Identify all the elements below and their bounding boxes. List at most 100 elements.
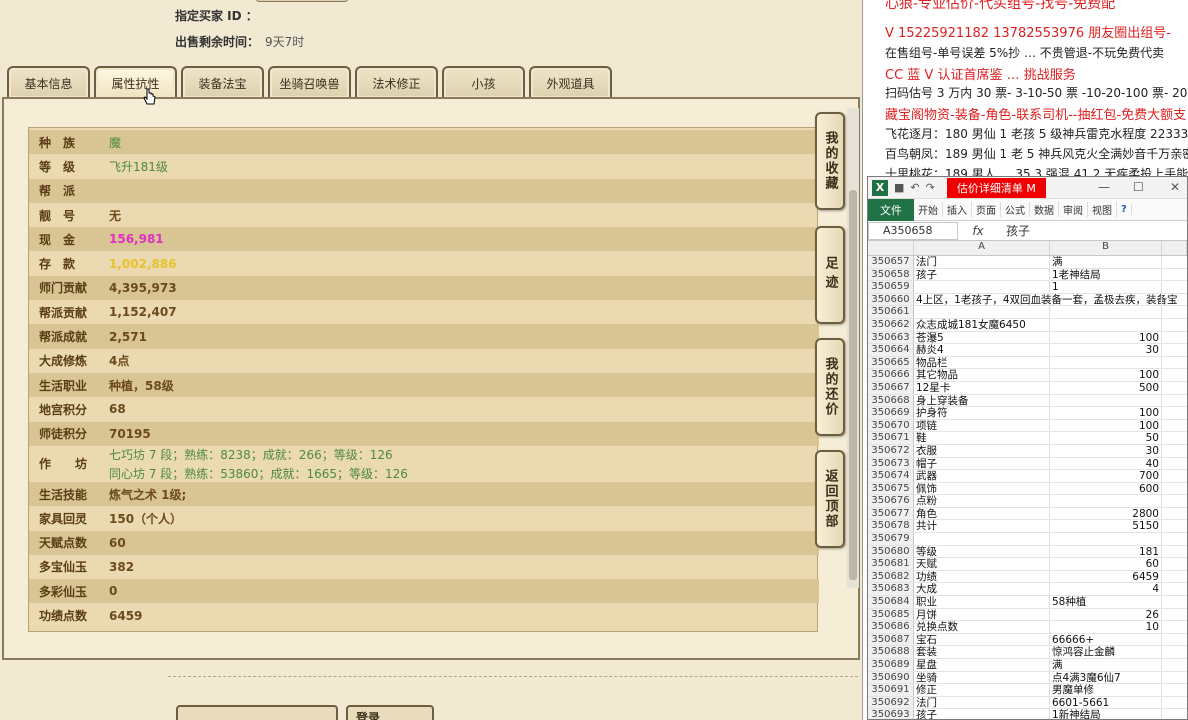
row-number[interactable]: 350666 bbox=[868, 369, 914, 381]
cell-c[interactable] bbox=[1162, 269, 1187, 281]
cell-c[interactable] bbox=[1162, 634, 1187, 646]
row-number[interactable]: 350683 bbox=[868, 583, 914, 596]
row-number[interactable]: 350676 bbox=[868, 495, 914, 507]
cell-c[interactable] bbox=[1162, 583, 1187, 595]
cell-b[interactable]: 6601-5661 bbox=[1050, 696, 1162, 709]
cell-a[interactable]: 职业 bbox=[914, 596, 1050, 608]
name-box[interactable]: A350658 bbox=[868, 221, 958, 240]
cell-b[interactable]: 5150 bbox=[1050, 520, 1162, 532]
cell-b[interactable] bbox=[1050, 356, 1162, 369]
row-number[interactable]: 350665 bbox=[868, 356, 914, 369]
row-number[interactable]: 350659 bbox=[868, 281, 914, 293]
row-number[interactable]: 350675 bbox=[868, 482, 914, 495]
row-number[interactable]: 350663 bbox=[868, 331, 914, 344]
cell-a[interactable]: 天赋 bbox=[914, 558, 1050, 570]
row-number[interactable]: 350674 bbox=[868, 470, 914, 482]
cell-c[interactable] bbox=[1162, 558, 1187, 570]
cell-c[interactable] bbox=[1162, 256, 1187, 268]
cell-a[interactable]: 众志成城181女魔6450 bbox=[914, 318, 1050, 331]
maximize-icon[interactable]: ☐ bbox=[1133, 180, 1144, 194]
cell-a[interactable]: 苍瀑5 bbox=[914, 331, 1050, 343]
row-number[interactable]: 350691 bbox=[868, 684, 914, 696]
row-number[interactable]: 350679 bbox=[868, 533, 914, 545]
cell-c[interactable] bbox=[1162, 369, 1187, 381]
row-number[interactable]: 350673 bbox=[868, 457, 914, 470]
help-icon[interactable]: ? bbox=[1117, 204, 1132, 215]
cell-c[interactable] bbox=[1162, 382, 1187, 394]
ribbon-tab-view[interactable]: 视图 bbox=[1088, 202, 1117, 217]
cell-c[interactable] bbox=[1162, 294, 1187, 306]
row-number[interactable]: 350661 bbox=[868, 306, 914, 318]
cell-c[interactable] bbox=[1162, 407, 1187, 419]
cell-a[interactable]: 角色 bbox=[914, 507, 1050, 520]
cell-c[interactable] bbox=[1162, 458, 1187, 470]
cell-a[interactable]: 项链 bbox=[914, 419, 1050, 432]
row-number[interactable]: 350660 bbox=[868, 293, 914, 306]
cell-a[interactable]: 法门 bbox=[914, 256, 1050, 268]
row-number[interactable]: 350681 bbox=[868, 558, 914, 570]
my-favorites-button[interactable]: 我的收藏 bbox=[815, 112, 845, 210]
cell-a[interactable]: 12星卡 bbox=[914, 381, 1050, 394]
cell-c[interactable] bbox=[1162, 596, 1187, 608]
cell-a[interactable]: 武器 bbox=[914, 470, 1050, 482]
cell-c[interactable] bbox=[1162, 697, 1187, 709]
row-number[interactable]: 350664 bbox=[868, 344, 914, 356]
tab-children[interactable]: 小孩 bbox=[442, 66, 525, 98]
cell-b[interactable]: 30 bbox=[1050, 344, 1162, 356]
cell-a[interactable]: 坐骑 bbox=[914, 671, 1050, 683]
cell-b[interactable]: 500 bbox=[1050, 381, 1162, 394]
tab-appearance[interactable]: 外观道具 bbox=[529, 66, 612, 98]
cell-a[interactable]: 衣服 bbox=[914, 444, 1050, 457]
cell-c[interactable] bbox=[1162, 684, 1187, 696]
cell-a[interactable]: 法门 bbox=[914, 696, 1050, 709]
cell-a[interactable]: 星盘 bbox=[914, 659, 1050, 671]
row-number[interactable]: 350686 bbox=[868, 621, 914, 633]
excel-file-tab[interactable]: 文件 bbox=[868, 198, 914, 221]
cell-b[interactable]: 1老神结局 bbox=[1050, 268, 1162, 280]
cell-a[interactable] bbox=[914, 281, 1050, 293]
cell-a[interactable]: 宝石 bbox=[914, 633, 1050, 646]
ribbon-tab-insert[interactable]: 插入 bbox=[943, 202, 972, 217]
cell-b[interactable]: 惊鸿容止金麟 bbox=[1050, 646, 1162, 658]
cell-b[interactable]: 10 bbox=[1050, 621, 1162, 633]
cell-c[interactable] bbox=[1162, 495, 1187, 507]
ribbon-tab-data[interactable]: 数据 bbox=[1030, 202, 1059, 217]
cell-c[interactable] bbox=[1162, 332, 1187, 344]
ribbon-tab-page[interactable]: 页面 bbox=[972, 202, 1001, 217]
cell-a[interactable]: 身上穿装备 bbox=[914, 394, 1050, 406]
cell-b[interactable]: 100 bbox=[1050, 407, 1162, 419]
cell-a[interactable]: 佩饰 bbox=[914, 482, 1050, 494]
cell-a[interactable]: 点粉 bbox=[914, 495, 1050, 507]
cell-c[interactable] bbox=[1162, 432, 1187, 444]
cell-c[interactable] bbox=[1162, 546, 1187, 558]
cell-b[interactable]: 100 bbox=[1050, 369, 1162, 381]
cell-c[interactable] bbox=[1162, 520, 1187, 532]
cell-c[interactable] bbox=[1162, 672, 1187, 684]
cell-c[interactable] bbox=[1162, 646, 1187, 658]
cell-b[interactable]: 181 bbox=[1050, 545, 1162, 557]
cell-a[interactable]: 套装 bbox=[914, 646, 1050, 658]
row-number[interactable]: 350670 bbox=[868, 419, 914, 432]
cell-b[interactable]: 点4满3魔6仙7 bbox=[1050, 671, 1162, 683]
row-number[interactable]: 350682 bbox=[868, 570, 914, 583]
cell-a[interactable]: 鞋 bbox=[914, 432, 1050, 444]
cell-a[interactable]: 帽子 bbox=[914, 457, 1050, 469]
my-counteroffer-button[interactable]: 我的还价 bbox=[815, 338, 845, 436]
cell-b[interactable]: 58种植 bbox=[1050, 596, 1162, 608]
cell-b[interactable] bbox=[1050, 306, 1162, 318]
footprint-button[interactable]: 足迹 bbox=[815, 226, 845, 324]
row-number[interactable]: 350687 bbox=[868, 633, 914, 646]
cell-b[interactable]: 60 bbox=[1050, 558, 1162, 570]
cell-b[interactable]: 6459 bbox=[1050, 570, 1162, 583]
cell-c[interactable] bbox=[1162, 357, 1187, 369]
cell-c[interactable] bbox=[1162, 420, 1187, 432]
row-number[interactable]: 350692 bbox=[868, 696, 914, 709]
cell-b[interactable]: 700 bbox=[1050, 470, 1162, 482]
tab-mounts-pets[interactable]: 坐骑召唤兽 bbox=[268, 66, 351, 98]
ribbon-tab-review[interactable]: 审阅 bbox=[1059, 202, 1088, 217]
formula-input[interactable]: 孩子 bbox=[998, 222, 1030, 239]
cell-a[interactable]: 兑换点数 bbox=[914, 621, 1050, 633]
cell-c[interactable] bbox=[1162, 319, 1187, 331]
tab-spell-correction[interactable]: 法术修正 bbox=[355, 66, 438, 98]
cell-a[interactable]: 4上区，1老孩子，4双回血装备一套，孟极去疾，装备宝 bbox=[914, 293, 1178, 306]
